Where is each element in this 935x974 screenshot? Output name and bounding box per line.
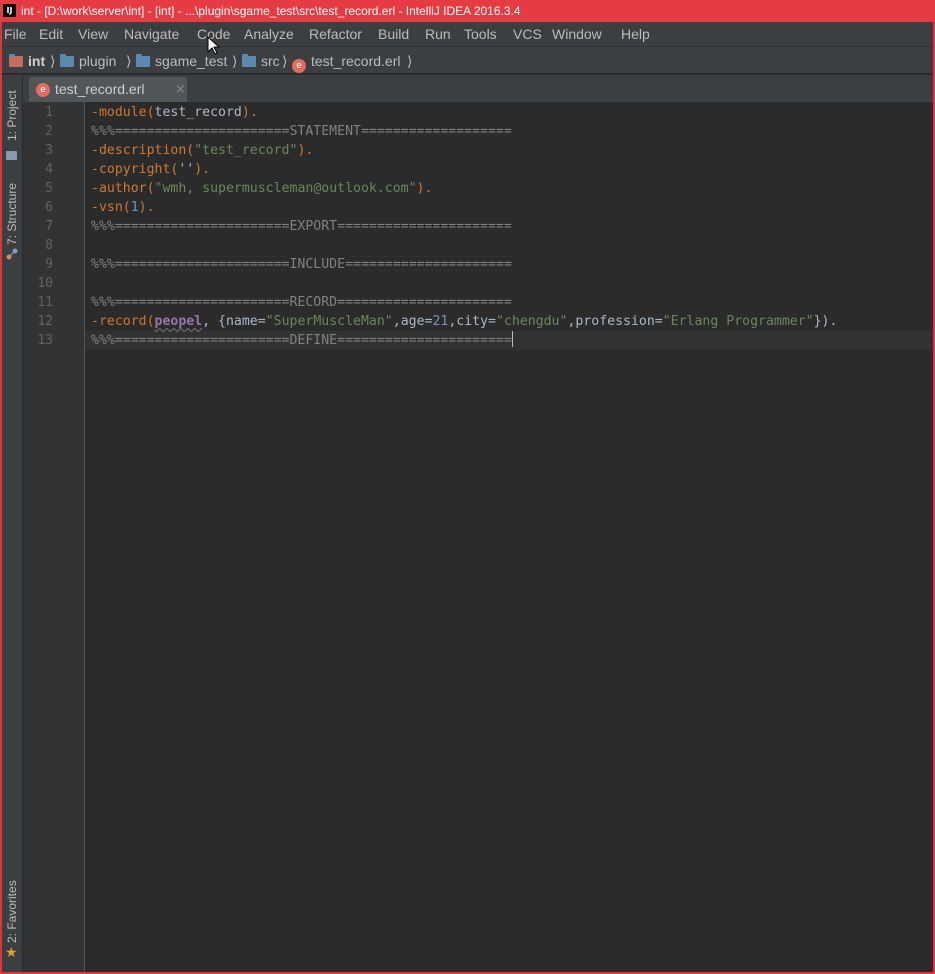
editor-tab-bar: e test_record.erl × xyxy=(23,75,933,102)
breadcrumb-label: plugin xyxy=(79,53,117,69)
line-number: 7 xyxy=(45,219,53,234)
line-number: 4 xyxy=(45,162,53,177)
menu-help[interactable]: Help xyxy=(621,22,650,46)
breadcrumb-test-record-erl[interactable]: e test_record.erl xyxy=(292,47,400,75)
mouse-pointer-icon xyxy=(207,36,221,55)
code-editor[interactable]: -module(test_record). %%%===============… xyxy=(85,102,933,972)
menu-bar: File Edit View Navigate Code Analyze Ref… xyxy=(2,22,933,46)
menu-analyze[interactable]: Analyze xyxy=(244,22,294,46)
tool-window-favorites-label: 2: Favorites xyxy=(5,880,19,943)
close-tab-icon[interactable]: × xyxy=(175,77,186,102)
breadcrumb-separator-icon: ⟩ xyxy=(232,53,238,69)
breadcrumb-src[interactable]: src xyxy=(242,47,280,75)
menu-edit[interactable]: Edit xyxy=(39,22,63,46)
title-bar[interactable]: IJ int - [D:\work\server\int] - [int] - … xyxy=(0,0,935,22)
breadcrumb-separator-icon: ⟩ xyxy=(50,53,56,69)
breadcrumb-int[interactable]: int xyxy=(9,47,45,75)
code-line-2: %%%======================STATEMENT======… xyxy=(91,124,512,139)
left-tool-window-bar: 1: Project 7: Structure 2: Favorites ★ xyxy=(2,75,23,972)
folder-icon xyxy=(60,54,74,67)
tool-window-favorites[interactable]: 2: Favorites ★ xyxy=(2,875,23,965)
record-name: peopel xyxy=(154,314,203,329)
breadcrumb-label: test_record.erl xyxy=(311,53,401,69)
breadcrumb-separator-icon: ⟩ xyxy=(407,53,413,69)
window-title: int - [D:\work\server\int] - [int] - ...… xyxy=(21,4,521,18)
line-number: 8 xyxy=(45,238,53,253)
breadcrumb-label: src xyxy=(261,53,280,69)
tool-window-project-label: 1: Project xyxy=(5,90,19,141)
tool-window-project[interactable]: 1: Project xyxy=(2,83,23,160)
menu-build[interactable]: Build xyxy=(378,22,409,46)
menu-file[interactable]: File xyxy=(4,22,27,46)
breadcrumb-label: int xyxy=(28,53,46,69)
menu-view[interactable]: View xyxy=(78,22,108,46)
line-number: 1 xyxy=(45,105,53,120)
intellij-app-icon[interactable]: IJ xyxy=(3,4,16,17)
line-number: 9 xyxy=(45,257,53,272)
menu-tools[interactable]: Tools xyxy=(464,22,497,46)
menu-navigate[interactable]: Navigate xyxy=(124,22,179,46)
project-folder-icon xyxy=(9,54,23,67)
breadcrumb-separator-icon: ⟩ xyxy=(282,53,288,69)
code-line-5: -author("wmh, supermuscleman@outlook.com… xyxy=(91,181,433,196)
menu-run[interactable]: Run xyxy=(425,22,451,46)
erlang-file-icon: e xyxy=(292,59,306,73)
code-line-7: %%%======================EXPORT=========… xyxy=(91,219,512,234)
folder-icon xyxy=(242,54,256,67)
line-number: 2 xyxy=(45,124,53,139)
line-number: 12 xyxy=(37,314,53,329)
code-line-1: -module(test_record). xyxy=(91,105,258,120)
breadcrumb-plugin[interactable]: plugin xyxy=(60,47,116,75)
folder-icon xyxy=(136,54,150,67)
line-number: 3 xyxy=(45,143,53,158)
code-line-3: -description("test_record"). xyxy=(91,143,314,158)
tab-test-record-erl[interactable]: e test_record.erl × xyxy=(29,77,187,102)
breadcrumb-separator-icon: ⟩ xyxy=(126,53,132,69)
line-number: 6 xyxy=(45,200,53,215)
menu-vcs[interactable]: VCS xyxy=(513,22,542,46)
tab-label: test_record.erl xyxy=(55,81,145,97)
line-number: 13 xyxy=(37,333,53,348)
structure-icon xyxy=(6,248,18,260)
code-line-9: %%%======================INCLUDE========… xyxy=(91,257,512,272)
menu-refactor[interactable]: Refactor xyxy=(309,22,362,46)
project-icon xyxy=(6,151,17,160)
tool-window-structure[interactable]: 7: Structure xyxy=(2,175,23,265)
code-line-11: %%%======================RECORD=========… xyxy=(91,295,512,310)
text-caret xyxy=(511,331,513,347)
erlang-file-icon: e xyxy=(36,83,50,97)
star-icon: ★ xyxy=(5,945,18,961)
line-number: 10 xyxy=(37,276,53,291)
tool-window-structure-label: 7: Structure xyxy=(5,182,19,245)
line-number: 5 xyxy=(45,181,53,196)
line-number-gutter[interactable]: 1 2 3 4 5 6 7 8 9 10 11 12 13 xyxy=(23,102,85,972)
code-line-4: -copyright(''). xyxy=(91,162,211,177)
navigation-bar: int ⟩ plugin ⟩ sgame_test ⟩ src ⟩ e test_… xyxy=(2,46,933,74)
code-line-13: %%%======================DEFINE=========… xyxy=(91,331,513,348)
code-line-12: -record(peopel, {name="SuperMuscleMan",a… xyxy=(91,314,838,329)
code-line-6: -vsn(1). xyxy=(91,200,155,215)
line-number: 11 xyxy=(37,295,53,310)
menu-window[interactable]: Window xyxy=(552,22,602,46)
